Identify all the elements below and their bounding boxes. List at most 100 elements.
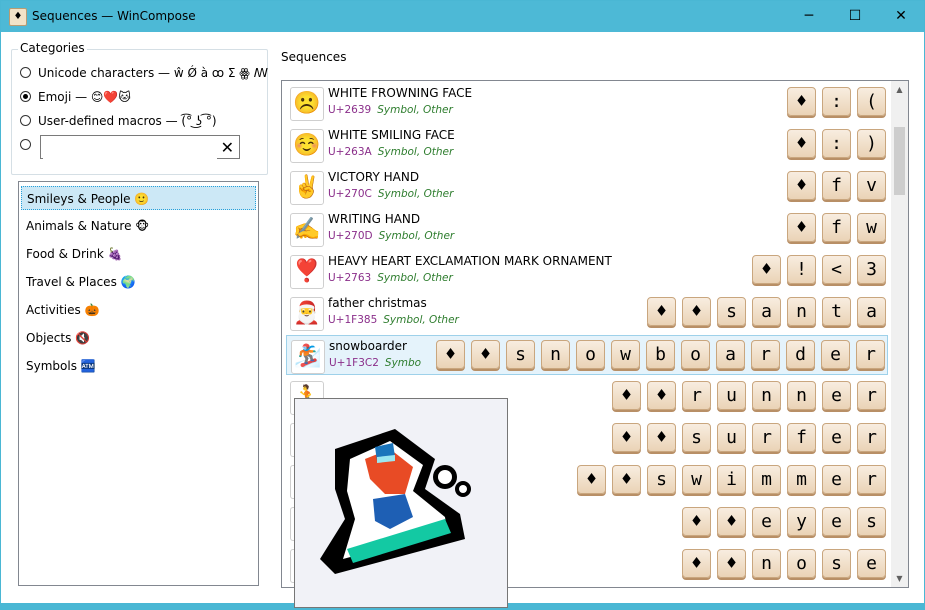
radio-circle[interactable] bbox=[20, 67, 31, 78]
sequence-name: HEAVY HEART EXCLAMATION MARK ORNAMENT bbox=[328, 254, 612, 268]
compose-key-icon: ♦ bbox=[577, 465, 606, 494]
keycap: e bbox=[822, 507, 851, 536]
unicode-category: Symbol, Other bbox=[378, 230, 455, 242]
category-item-smileys[interactable]: Smileys & People 🙂 bbox=[21, 186, 256, 210]
keycap: : bbox=[822, 87, 851, 116]
custom-search-field[interactable]: ✕ bbox=[40, 135, 240, 159]
keycap: r bbox=[682, 381, 711, 410]
maximize-button[interactable]: ☐ bbox=[832, 1, 878, 32]
compose-key-icon: ♦ bbox=[612, 381, 641, 410]
radio-emoji[interactable]: Emoji — 😊❤️🐱 bbox=[20, 89, 260, 107]
keycap: y bbox=[787, 507, 816, 536]
keycap: e bbox=[821, 340, 850, 369]
emoji-glyph: ☹️ bbox=[290, 87, 324, 121]
category-label: Symbols bbox=[26, 359, 77, 373]
category-label: Activities bbox=[26, 303, 81, 317]
radio-circle-selected[interactable] bbox=[20, 91, 31, 102]
keycap: w bbox=[682, 465, 711, 494]
unicode-category: Symbol, Other bbox=[383, 314, 459, 326]
clear-icon[interactable]: ✕ bbox=[221, 138, 234, 157]
window-title: Sequences — WinCompose bbox=[32, 9, 196, 23]
keycap: f bbox=[787, 423, 816, 452]
scroll-thumb[interactable] bbox=[894, 127, 905, 195]
scroll-down-icon[interactable]: ▼ bbox=[891, 570, 908, 587]
radio-circle[interactable] bbox=[20, 115, 31, 126]
emoji-glyph: ✍️ bbox=[290, 213, 324, 247]
app-icon: ♦ bbox=[9, 8, 27, 26]
sequence-row[interactable]: 🏂 snowboarder U+1F3C2 Symbo r e d r a o b w o n s ♦ ♦ bbox=[286, 335, 888, 375]
close-button[interactable]: ✕ bbox=[878, 1, 924, 32]
emoji-glyph: 🎅 bbox=[290, 297, 324, 331]
key-sequence: w f ♦ bbox=[781, 213, 886, 245]
keycap: m bbox=[752, 465, 781, 494]
smiley-icon: 🙂 bbox=[134, 192, 150, 206]
key-sequence: r e n n u r ♦ ♦ bbox=[606, 381, 886, 413]
muted-speaker-icon: 🔇 bbox=[75, 331, 91, 345]
sequence-row[interactable]: ✍️ WRITING HAND U+270D Symbol, Other w f ♦ bbox=[286, 209, 888, 249]
keycap: r bbox=[857, 465, 886, 494]
radio-macros[interactable]: User-defined macros — (͡° ͜ʖ ͡°) bbox=[20, 113, 260, 131]
sequence-code: U+263A Symbol, Other bbox=[328, 146, 453, 158]
keycap: a bbox=[752, 297, 781, 326]
key-sequence: r e d r a o b w o n s ♦ ♦ bbox=[430, 340, 885, 372]
compose-key-icon: ♦ bbox=[787, 171, 816, 200]
category-item-travel[interactable]: Travel & Places 🌍 bbox=[21, 270, 256, 294]
keycap: s bbox=[682, 423, 711, 452]
emoji-category-list[interactable]: Smileys & People 🙂 Animals & Nature 🐵 Fo… bbox=[18, 181, 259, 586]
keycap: d bbox=[786, 340, 815, 369]
keycap: r bbox=[752, 423, 781, 452]
keycap: o bbox=[787, 549, 816, 578]
radio-unicode[interactable]: Unicode characters — ŵ Ǿ à ꝏ Σ ꙮ ꟿ bbox=[20, 65, 268, 83]
keycap: o bbox=[681, 340, 710, 369]
radio-label: User-defined macros — (͡° ͜ʖ ͡°) bbox=[38, 114, 217, 128]
category-item-activities[interactable]: Activities 🎃 bbox=[21, 298, 256, 322]
keycap: r bbox=[857, 381, 886, 410]
category-item-symbols[interactable]: Symbols 🏧 bbox=[21, 354, 256, 378]
sequence-code: U+2763 Symbol, Other bbox=[328, 272, 453, 284]
keycap: u bbox=[717, 381, 746, 410]
keycap: a bbox=[716, 340, 745, 369]
monkey-icon: 🐵 bbox=[135, 219, 150, 233]
key-sequence: v f ♦ bbox=[781, 171, 886, 203]
compose-key-icon: ♦ bbox=[682, 549, 711, 578]
sequence-row[interactable]: ✌️ VICTORY HAND U+270C Symbol, Other v f ♦ bbox=[286, 167, 888, 207]
category-item-objects[interactable]: Objects 🔇 bbox=[21, 326, 256, 350]
keycap: : bbox=[822, 129, 851, 158]
sequence-row[interactable]: ☺️ WHITE SMILING FACE U+263A Symbol, Other)… bbox=[286, 125, 888, 165]
radio-circle[interactable] bbox=[20, 139, 31, 150]
main-window: ♦ Sequences — WinCompose ─ ☐ ✕ Categorie… bbox=[0, 0, 925, 608]
codepoint: U+2639 bbox=[328, 104, 372, 116]
keycap: s bbox=[506, 340, 535, 369]
keycap: ! bbox=[787, 255, 816, 284]
compose-key-icon: ♦ bbox=[787, 129, 816, 158]
minimize-button[interactable]: ─ bbox=[786, 1, 832, 32]
unicode-category: Symbol, Other bbox=[377, 146, 454, 158]
emoji-glyph: ✌️ bbox=[290, 171, 324, 205]
sequence-row[interactable]: ❣️ HEAVY HEART EXCLAMATION MARK ORNAMENT U… bbox=[286, 251, 888, 291]
key-sequence: r e m m i w s ♦ ♦ bbox=[571, 465, 886, 497]
keycap: a bbox=[857, 297, 886, 326]
keycap: n bbox=[541, 340, 570, 369]
category-item-food[interactable]: Food & Drink 🍇 bbox=[21, 242, 256, 266]
keycap: ) bbox=[857, 129, 886, 158]
sequence-code: U+2639 Symbol, Other bbox=[328, 104, 453, 116]
key-sequence: e s o n ♦ ♦ bbox=[676, 549, 886, 581]
radio-custom[interactable] bbox=[20, 137, 40, 155]
custom-search-input[interactable] bbox=[43, 137, 217, 159]
keycap: v bbox=[857, 171, 886, 200]
scroll-up-icon[interactable]: ▲ bbox=[891, 81, 908, 98]
title-bar[interactable]: ♦ Sequences — WinCompose ─ ☐ ✕ bbox=[1, 1, 924, 32]
unicode-category: Symbol, Other bbox=[377, 272, 453, 284]
keycap: t bbox=[822, 297, 851, 326]
sequence-row[interactable]: ☹️ WHITE FROWNING FACE U+2639 Symbol, Other… bbox=[286, 83, 888, 123]
sequences-label: Sequences bbox=[281, 50, 347, 64]
category-item-animals[interactable]: Animals & Nature 🐵 bbox=[21, 214, 256, 238]
compose-key-icon: ♦ bbox=[647, 423, 676, 452]
vertical-scrollbar[interactable]: ▲ ▼ bbox=[891, 81, 908, 587]
codepoint: U+2763 bbox=[328, 272, 372, 284]
unicode-category: Symbo bbox=[384, 357, 422, 369]
compose-key-icon: ♦ bbox=[612, 465, 641, 494]
sequence-row[interactable]: 🎅 father christmas U+1F385 Symbol, Other a t n… bbox=[286, 293, 888, 333]
snowboarder-icon bbox=[320, 429, 471, 574]
keycap: f bbox=[822, 213, 851, 242]
